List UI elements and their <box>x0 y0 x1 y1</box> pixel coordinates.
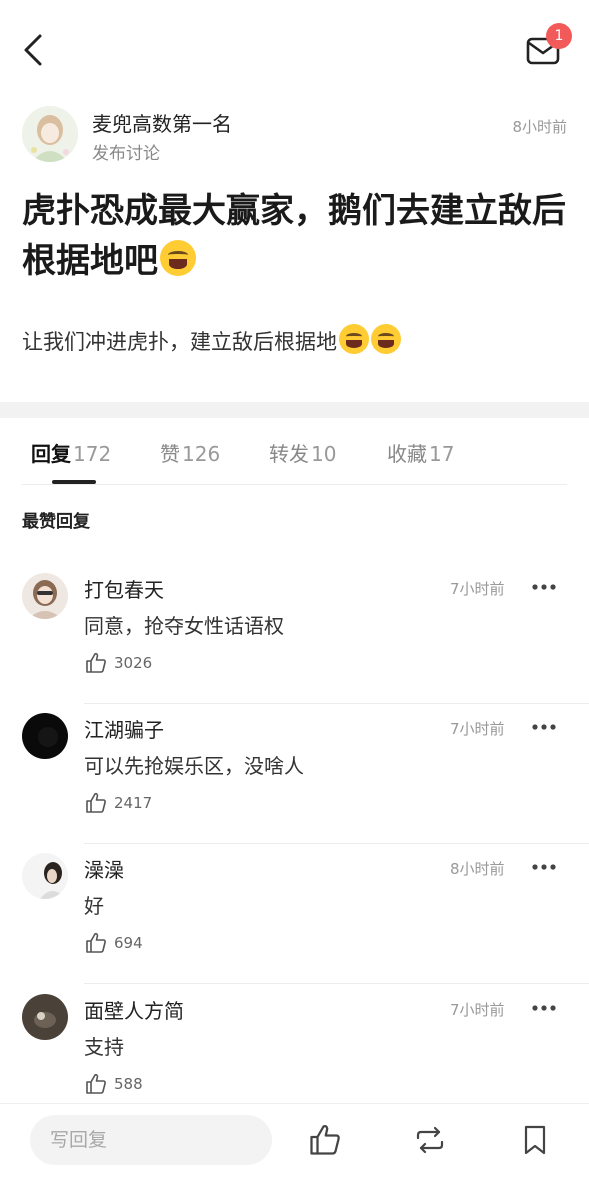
commenter-name[interactable]: 澡澡 <box>84 854 124 883</box>
tab-count: 126 <box>182 442 221 466</box>
tears-of-joy-emoji <box>160 240 196 276</box>
post-title-text: 虎扑恐成最大赢家，鹅们去建立敌后根据地吧 <box>22 191 566 281</box>
avatar-illustration <box>22 994 68 1040</box>
tab-label: 转发 <box>269 442 309 466</box>
post-timestamp: 8小时前 <box>512 118 567 136</box>
comment-divider <box>84 983 589 984</box>
comment-item: 打包春天 7小时前 同意，抢夺女性话语权 3026 <box>0 573 589 713</box>
tab-label: 赞 <box>160 442 180 466</box>
tab-label: 回复 <box>31 442 71 466</box>
like-count: 588 <box>114 1075 143 1093</box>
tab-count: 17 <box>429 442 455 466</box>
tab-label: 收藏 <box>387 442 427 466</box>
notification-badge: 1 <box>546 23 572 49</box>
bookmark-icon <box>524 1125 546 1155</box>
comment-item: 澡澡 8小时前 好 694 <box>0 853 589 993</box>
tab-favorites[interactable]: 收藏 17 <box>387 438 454 467</box>
comment-divider <box>84 843 589 844</box>
tab-replies[interactable]: 回复 172 <box>31 438 111 467</box>
commenter-avatar[interactable] <box>22 853 68 899</box>
post-author[interactable]: 麦兜高数第一名 发布讨论 8小时前 <box>22 106 567 164</box>
more-options-button[interactable] <box>530 717 558 737</box>
comment-like-button[interactable]: 588 <box>84 1071 143 1097</box>
commenter-name[interactable]: 面壁人方简 <box>84 995 184 1024</box>
commenter-avatar[interactable] <box>22 573 68 619</box>
avatar-illustration <box>22 853 68 899</box>
tabs-divider <box>22 484 567 485</box>
comment-divider <box>84 703 589 704</box>
post-type-label: 发布讨论 <box>92 144 160 164</box>
tab-likes[interactable]: 赞 126 <box>160 438 220 467</box>
thumbs-up-icon <box>86 932 106 953</box>
tab-reposts[interactable]: 转发 10 <box>269 438 336 467</box>
section-divider <box>0 402 589 418</box>
repost-icon <box>416 1126 444 1154</box>
chevron-left-icon <box>24 34 42 66</box>
tears-of-joy-emoji <box>339 324 369 354</box>
tab-count: 10 <box>311 442 337 466</box>
comment-like-button[interactable]: 2417 <box>84 790 152 816</box>
ellipsis-icon <box>532 1005 556 1011</box>
commenter-avatar[interactable] <box>22 994 68 1040</box>
comment-text: 可以先抢娱乐区，没啥人 <box>84 754 304 778</box>
commenter-name[interactable]: 江湖骗子 <box>84 714 164 743</box>
bottom-action-bar <box>0 1103 589 1201</box>
like-count: 2417 <box>114 794 153 812</box>
author-avatar[interactable] <box>22 106 78 162</box>
post-body: 让我们冲进虎扑，建立敌后根据地 <box>22 324 567 360</box>
commenter-avatar[interactable] <box>22 713 68 759</box>
post-body-text: 让我们冲进虎扑，建立敌后根据地 <box>22 330 337 354</box>
post-title: 虎扑恐成最大赢家，鹅们去建立敌后根据地吧 <box>22 186 567 286</box>
comment-timestamp: 7小时前 <box>450 580 505 598</box>
tears-of-joy-emoji <box>371 324 401 354</box>
comment-timestamp: 8小时前 <box>450 860 505 878</box>
back-button[interactable] <box>20 30 50 70</box>
tab-count: 172 <box>73 442 112 466</box>
ellipsis-icon <box>532 724 556 730</box>
thumbs-up-icon <box>310 1124 340 1155</box>
more-options-button[interactable] <box>530 857 558 877</box>
ellipsis-icon <box>532 864 556 870</box>
comment-like-button[interactable]: 3026 <box>84 650 152 676</box>
avatar-illustration <box>22 573 68 619</box>
comment-text: 同意，抢夺女性话语权 <box>84 614 284 638</box>
more-options-button[interactable] <box>530 577 558 597</box>
comment-like-button[interactable]: 694 <box>84 930 143 956</box>
like-post-button[interactable] <box>307 1122 343 1158</box>
like-count: 694 <box>114 934 143 952</box>
interaction-tabs: 回复 172 赞 126 转发 10 收藏 17 <box>0 418 589 484</box>
repost-button[interactable] <box>412 1122 448 1158</box>
avatar-illustration <box>22 713 68 759</box>
commenter-name[interactable]: 打包春天 <box>84 574 164 603</box>
avatar-illustration <box>22 106 78 162</box>
bookmark-button[interactable] <box>517 1122 553 1158</box>
ellipsis-icon <box>532 584 556 590</box>
thumbs-up-icon <box>86 792 106 813</box>
comment-item: 江湖骗子 7小时前 可以先抢娱乐区，没啥人 2417 <box>0 713 589 853</box>
comment-text: 好 <box>84 894 104 918</box>
like-count: 3026 <box>114 654 153 672</box>
comment-timestamp: 7小时前 <box>450 1001 505 1019</box>
more-options-button[interactable] <box>530 998 558 1018</box>
top-bar: 1 <box>0 0 589 100</box>
comment-text: 支持 <box>84 1035 124 1059</box>
author-name[interactable]: 麦兜高数第一名 <box>92 108 232 137</box>
reply-input[interactable] <box>30 1115 272 1165</box>
comment-timestamp: 7小时前 <box>450 720 505 738</box>
thumbs-up-icon <box>86 652 106 673</box>
section-title: 最赞回复 <box>22 512 90 532</box>
thumbs-up-icon <box>86 1073 106 1094</box>
